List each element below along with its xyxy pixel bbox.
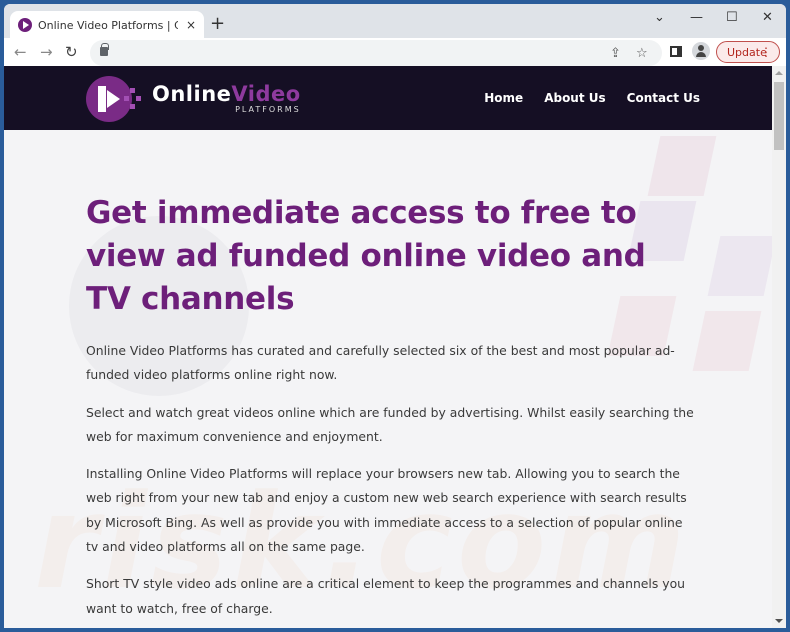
logo-wordmark: OnlineVideo PLATFORMS [152, 83, 301, 115]
nav-about-us[interactable]: About Us [544, 91, 605, 105]
forward-icon[interactable]: → [40, 43, 53, 61]
main-content: Get immediate access to free to view ad … [86, 192, 696, 628]
film-frame-decoration [647, 136, 717, 196]
scroll-up-arrow-icon[interactable] [775, 71, 783, 75]
logo-play-icon [86, 76, 141, 122]
tab-strip: Online Video Platforms | Get imm × + ⌄ —… [4, 4, 786, 39]
share-icon[interactable]: ⇪ [610, 46, 621, 61]
tab-title: Online Video Platforms | Get imm [38, 18, 178, 32]
nav-home[interactable]: Home [484, 91, 523, 105]
reload-icon[interactable]: ↻ [65, 43, 78, 61]
page-scrollbar[interactable] [772, 66, 786, 628]
profile-avatar-icon[interactable] [692, 42, 710, 60]
address-bar[interactable]: ⇪ ☆ [90, 40, 662, 66]
paragraph-watch: Select and watch great videos online whi… [86, 404, 694, 444]
bookmark-star-icon[interactable]: ☆ [636, 46, 648, 61]
maximize-icon[interactable]: ☐ [726, 10, 738, 25]
back-icon[interactable]: ← [14, 43, 27, 61]
minimize-icon[interactable]: — [690, 10, 703, 25]
hero-title: Get immediate access to free to view ad … [86, 195, 646, 317]
site-header: OnlineVideo PLATFORMS Home About Us Cont… [4, 66, 772, 130]
menu-dots-icon: ⋮ [760, 45, 772, 59]
paragraph-curated: Online Video Platforms has curated and c… [86, 343, 675, 383]
tab-search-icon[interactable]: ⌄ [654, 10, 665, 25]
update-button[interactable]: Update ⋮ [716, 41, 780, 63]
paragraph-ads: Short TV style video ads online are a cr… [86, 576, 686, 616]
logo-subtext: PLATFORMS [235, 105, 301, 114]
nav-contact-us[interactable]: Contact Us [627, 91, 700, 105]
film-frame-decoration [692, 311, 762, 371]
side-panel-icon[interactable] [670, 46, 682, 57]
logo-text-video: Video [231, 82, 301, 106]
film-frame-decoration [707, 236, 772, 296]
paragraph-install: Installing Online Video Platforms will r… [86, 466, 687, 555]
scroll-thumb[interactable] [774, 82, 784, 150]
browser-tab[interactable]: Online Video Platforms | Get imm × [10, 11, 204, 39]
browser-window: Online Video Platforms | Get imm × + ⌄ —… [4, 4, 786, 628]
page-viewport: risk.com OnlineVideo PLATFORMS Home Abou… [4, 66, 772, 628]
site-favicon-icon [18, 18, 32, 32]
scroll-down-arrow-icon[interactable] [775, 619, 783, 623]
close-window-icon[interactable]: ✕ [762, 10, 773, 25]
close-tab-icon[interactable]: × [186, 18, 196, 32]
main-nav: Home About Us Contact Us [484, 91, 700, 105]
new-tab-icon[interactable]: + [210, 15, 225, 33]
lock-icon[interactable] [100, 43, 109, 56]
site-logo[interactable]: OnlineVideo PLATFORMS [86, 75, 301, 123]
logo-text-online: Online [152, 82, 232, 106]
browser-toolbar: ← → ↻ ⇪ ☆ Update ⋮ [4, 38, 786, 66]
